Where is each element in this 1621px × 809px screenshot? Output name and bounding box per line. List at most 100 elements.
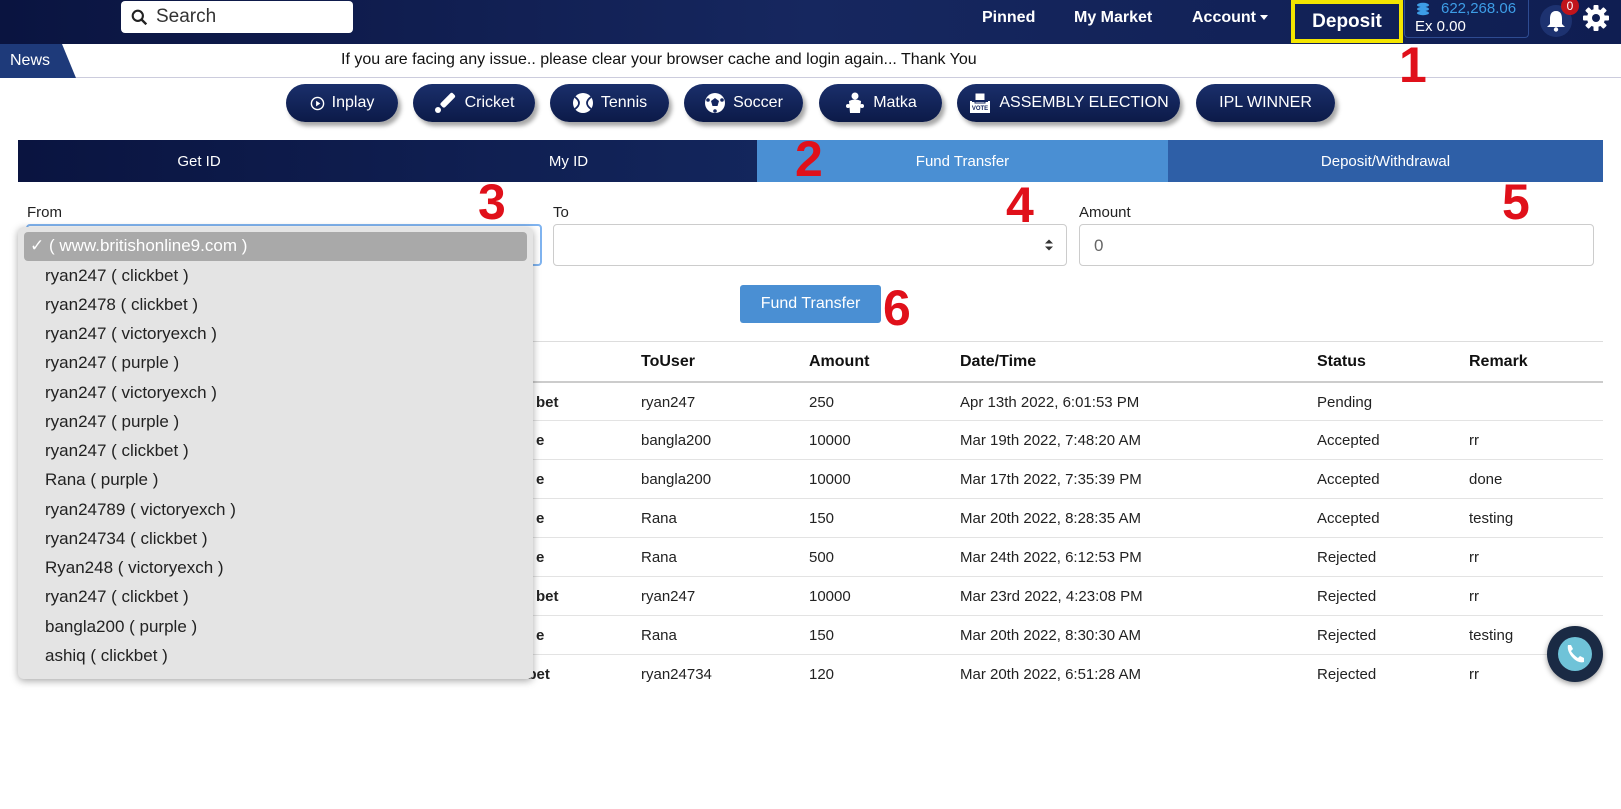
amount-input[interactable]: 0 xyxy=(1079,224,1594,266)
bell-icon xyxy=(1547,11,1565,32)
cell-amount: 10000 xyxy=(809,588,851,605)
amount-value: 0 xyxy=(1094,236,1104,255)
gear-icon[interactable] xyxy=(1582,4,1610,32)
cell-amount: 500 xyxy=(809,549,835,566)
col-header-amount: Amount xyxy=(809,353,870,370)
sport-inplay[interactable]: Inplay xyxy=(286,84,398,122)
tab-my-id[interactable]: My ID xyxy=(380,140,757,182)
sport-cricket[interactable]: Cricket xyxy=(413,84,535,122)
cell-datetime: Mar 23rd 2022, 4:23:08 PM xyxy=(960,588,1143,605)
cell-status: Pending xyxy=(1317,394,1373,411)
sport-assembly-election[interactable]: VOTE ASSEMBLY ELECTION xyxy=(957,84,1180,122)
dropdown-option-selected[interactable]: ✓ ( www.britishonline9.com ) xyxy=(24,232,527,261)
news-tag: News xyxy=(0,44,76,78)
sport-cricket-label: Cricket xyxy=(464,94,515,111)
cell-touser: bangla200 xyxy=(641,432,712,449)
sport-matka-label: Matka xyxy=(873,94,917,111)
deposit-button[interactable]: Deposit xyxy=(1291,0,1403,43)
exposure-value: Ex 0.00 xyxy=(1415,18,1466,35)
dropdown-option[interactable]: ryan247 ( clickbet ) xyxy=(45,587,189,607)
cell-amount: 10000 xyxy=(809,471,851,488)
cell-datetime: Apr 13th 2022, 6:01:53 PM xyxy=(960,394,1140,411)
nav-account-label: Account xyxy=(1192,9,1256,26)
chevron-down-icon xyxy=(1260,15,1268,21)
dropdown-option[interactable]: ryan247 ( clickbet ) xyxy=(45,441,189,461)
balance-value: 622,268.06 xyxy=(1441,0,1517,17)
sport-matka[interactable]: Matka xyxy=(819,84,942,122)
cell-from-site: e xyxy=(536,510,545,527)
cell-from-site: e xyxy=(536,627,545,644)
cell-remark: rr xyxy=(1469,588,1479,605)
cell-status: Rejected xyxy=(1317,588,1377,605)
cell-datetime: Mar 17th 2022, 7:35:39 PM xyxy=(960,471,1142,488)
cell-status: Rejected xyxy=(1317,549,1377,566)
search-input[interactable]: Search xyxy=(121,1,353,33)
top-navbar: Search Pinned My Market Account Deposit … xyxy=(0,0,1621,44)
soccer-ball-icon xyxy=(705,93,726,113)
dropdown-option[interactable]: ryan24734 ( clickbet ) xyxy=(45,529,208,549)
dropdown-option[interactable]: Rana ( purple ) xyxy=(45,470,158,490)
dropdown-option[interactable]: ryan2478 ( clickbet ) xyxy=(45,295,198,315)
search-icon xyxy=(131,9,148,25)
nav-pinned[interactable]: Pinned xyxy=(982,9,1035,27)
cell-remark: rr xyxy=(1469,432,1479,449)
chat-button[interactable] xyxy=(1547,626,1603,682)
news-ticker: If you are facing any issue.. please cle… xyxy=(341,51,977,68)
tab-deposit-withdrawal[interactable]: Deposit/Withdrawal xyxy=(1168,140,1603,182)
cell-status: Accepted xyxy=(1317,432,1380,449)
from-label: From xyxy=(27,204,62,221)
cell-touser: Rana xyxy=(641,627,677,644)
cell-touser: bangla200 xyxy=(641,471,712,488)
cell-from-site: bet xyxy=(536,588,559,605)
matka-icon xyxy=(846,92,865,113)
cell-remark: done xyxy=(1469,471,1503,488)
marker-4: 4 xyxy=(1006,177,1034,233)
marker-6: 6 xyxy=(883,280,911,336)
phone-icon xyxy=(1558,637,1592,671)
cell-touser: Rana xyxy=(641,510,677,527)
cell-amount: 150 xyxy=(809,627,835,644)
nav-my-market[interactable]: My Market xyxy=(1074,9,1152,27)
coins-icon xyxy=(1417,2,1429,16)
cell-datetime: Mar 20th 2022, 8:28:35 AM xyxy=(960,510,1141,527)
to-label: To xyxy=(553,204,569,221)
cell-from-site: e xyxy=(536,549,545,566)
cell-remark: rr xyxy=(1469,549,1479,566)
cell-status: Accepted xyxy=(1317,471,1380,488)
fund-transfer-button[interactable]: Fund Transfer xyxy=(740,285,881,323)
svg-text:VOTE: VOTE xyxy=(972,106,988,112)
col-header-remark: Remark xyxy=(1469,353,1528,370)
sport-soccer-label: Soccer xyxy=(733,94,783,111)
sport-tennis[interactable]: Tennis xyxy=(550,84,669,122)
dropdown-option[interactable]: bangla200 ( purple ) xyxy=(45,617,197,637)
vote-box-icon: VOTE xyxy=(970,92,991,113)
play-circle-icon xyxy=(310,96,324,110)
dropdown-option[interactable]: ryan247 ( victoryexch ) xyxy=(45,324,217,344)
cell-from-site: e xyxy=(536,432,545,449)
cell-remark: rr xyxy=(1469,666,1479,683)
cell-touser: ryan247 xyxy=(641,588,696,605)
tab-get-id[interactable]: Get ID xyxy=(18,140,380,182)
cell-status: Rejected xyxy=(1317,666,1377,683)
balance-box[interactable]: 622,268.06 Ex 0.00 xyxy=(1404,0,1529,38)
dropdown-option[interactable]: Ryan248 ( victoryexch ) xyxy=(45,558,224,578)
dropdown-option[interactable]: ryan247 ( purple ) xyxy=(45,353,179,373)
dropdown-option[interactable]: ryan247 ( victoryexch ) xyxy=(45,383,217,403)
sport-soccer[interactable]: Soccer xyxy=(684,84,803,122)
from-dropdown-list: ✓ ( www.britishonline9.com ) ryan247 ( c… xyxy=(18,227,533,679)
dropdown-option[interactable]: ryan247 ( purple ) xyxy=(45,412,179,432)
sport-ipl-winner[interactable]: IPL WINNER xyxy=(1196,84,1335,122)
dropdown-option[interactable]: ryan247 ( clickbet ) xyxy=(45,266,189,286)
cell-datetime: Mar 20th 2022, 8:30:30 AM xyxy=(960,627,1141,644)
cell-amount: 150 xyxy=(809,510,835,527)
sport-inplay-label: Inplay xyxy=(331,94,375,111)
cell-remark: testing xyxy=(1469,510,1514,527)
news-bar: News If you are facing any issue.. pleas… xyxy=(0,44,1621,78)
nav-account[interactable]: Account xyxy=(1192,9,1268,27)
to-select[interactable] xyxy=(553,224,1067,266)
sport-ipl-winner-label: IPL WINNER xyxy=(1219,94,1312,111)
dropdown-option[interactable]: ryan24789 ( victoryexch ) xyxy=(45,500,236,520)
marker-3: 3 xyxy=(478,174,506,230)
dropdown-option[interactable]: ashiq ( clickbet ) xyxy=(45,646,168,666)
col-header-datetime: Date/Time xyxy=(960,353,1037,370)
